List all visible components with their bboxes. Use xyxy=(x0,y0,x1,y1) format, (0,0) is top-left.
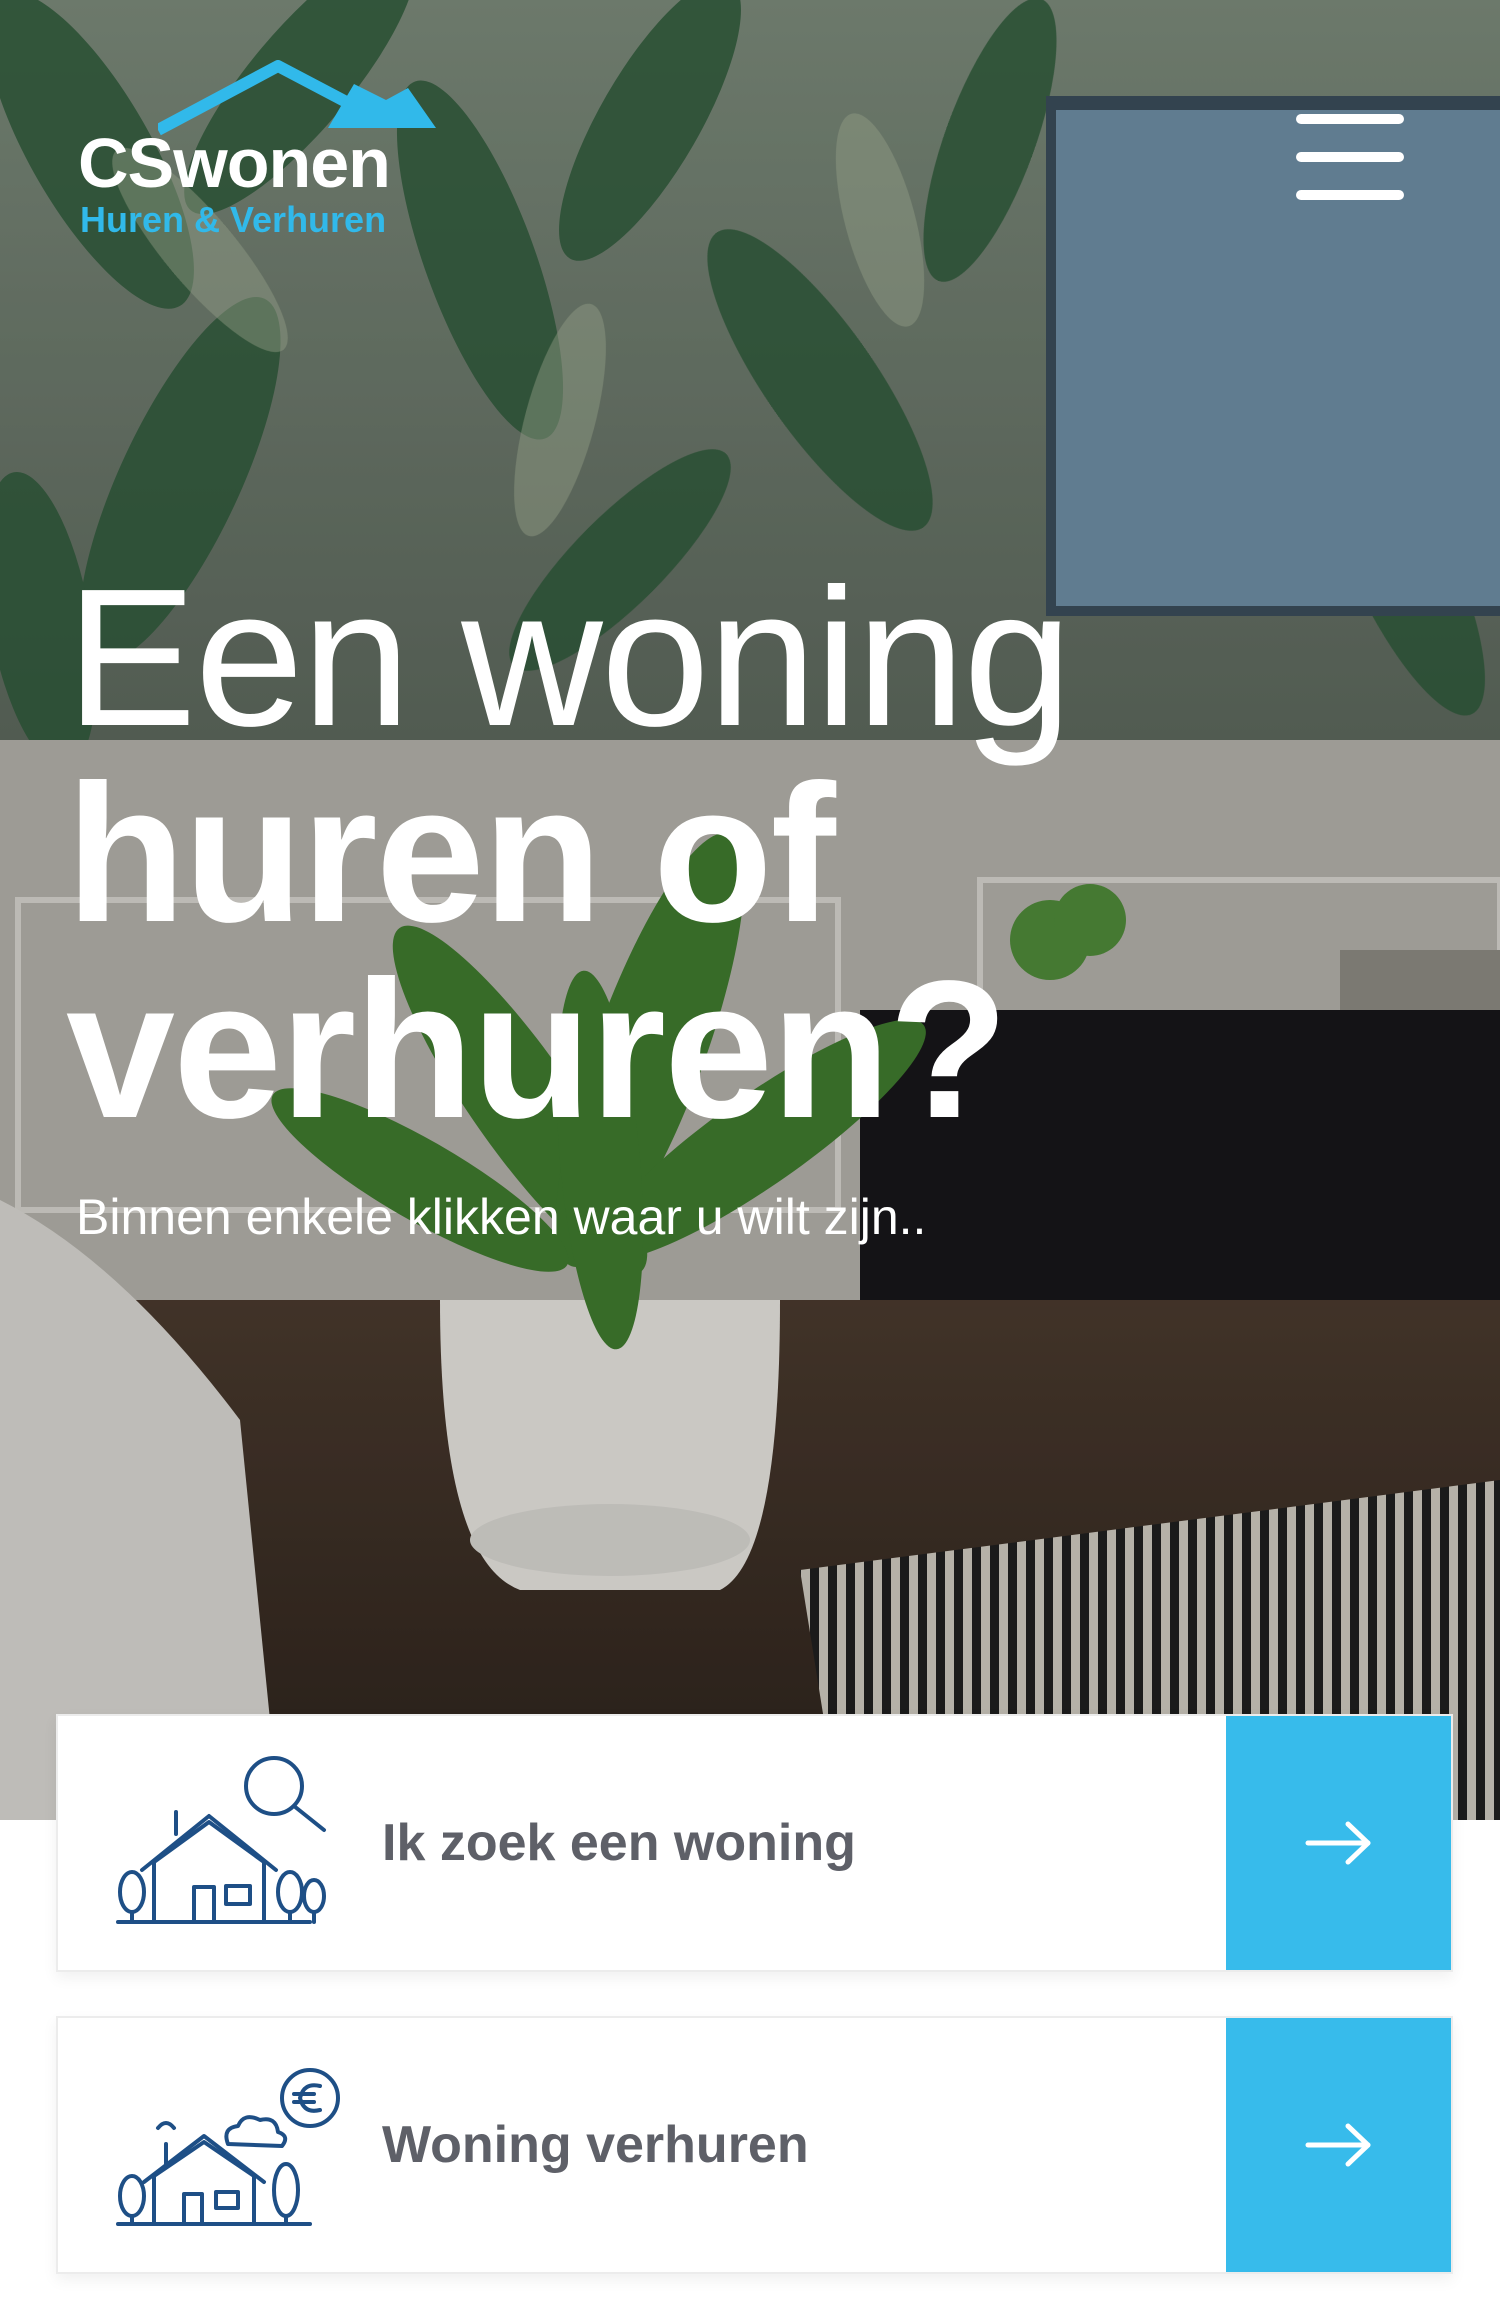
brand-tagline: Huren & Verhuren xyxy=(80,199,387,240)
arrow-right-icon xyxy=(1305,1821,1371,1865)
house-search-icon xyxy=(116,1756,326,1924)
search-house-arrow-button[interactable] xyxy=(1226,1716,1451,1970)
rent-out-house-arrow-button[interactable] xyxy=(1226,2018,1451,2272)
hero-subtitle: Binnen enkele klikken waar u wilt zijn.. xyxy=(76,1189,927,1245)
headline-line-1: Een woning xyxy=(66,548,1072,767)
headline-line-2: huren of xyxy=(66,744,836,963)
search-house-label: Ik zoek een woning xyxy=(382,1814,856,1872)
house-euro-icon xyxy=(116,2068,340,2226)
brand-name: CSwonen xyxy=(78,124,391,202)
hero-section: CSwonen Huren & Verhuren Een woning hure… xyxy=(0,0,1500,1820)
rent-out-house-label: Woning verhuren xyxy=(382,2116,809,2174)
rent-out-house-card[interactable]: Woning verhuren xyxy=(56,2016,1453,2274)
hamburger-menu-icon[interactable] xyxy=(1296,114,1404,200)
brand-logo[interactable]: CSwonen Huren & Verhuren xyxy=(78,60,438,250)
search-house-card[interactable]: Ik zoek een woning xyxy=(56,1714,1453,1972)
hero-headline: Een woning huren of verhuren? xyxy=(66,548,1072,1159)
headline-line-3: verhuren? xyxy=(66,940,1008,1159)
arrow-right-icon xyxy=(1305,2123,1371,2167)
